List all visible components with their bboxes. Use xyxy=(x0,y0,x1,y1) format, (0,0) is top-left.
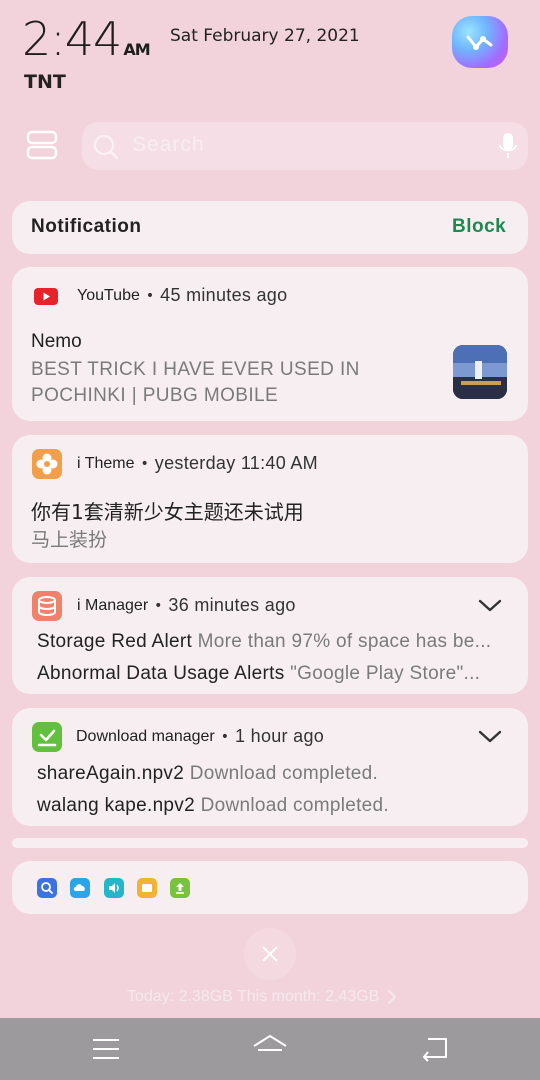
video-thumbnail[interactable] xyxy=(453,345,507,399)
item-title: Storage Red Alert xyxy=(37,631,193,652)
notification-sender: Nemo xyxy=(31,331,82,352)
notification-item: shareAgain.npv2 Download completed. xyxy=(37,763,507,785)
separator-dot: • xyxy=(140,455,149,472)
notification-time: yesterday 11:40 AM xyxy=(154,453,318,473)
item-title: walang kape.npv2 xyxy=(37,795,195,816)
cloud-app-icon xyxy=(70,878,90,898)
home-icon[interactable] xyxy=(252,1034,288,1066)
app-name: Download manager xyxy=(76,727,215,745)
chevron-down-icon[interactable] xyxy=(478,598,502,618)
notification-title: Notification xyxy=(31,216,142,237)
item-detail: "Google Play Store"... xyxy=(290,663,481,684)
notification-item: walang kape.npv2 Download completed. xyxy=(37,795,507,817)
app-name: i Theme xyxy=(77,454,135,472)
upload-app-icon xyxy=(170,878,190,898)
close-icon xyxy=(262,946,278,962)
item-title: Abnormal Data Usage Alerts xyxy=(37,663,285,684)
search-input[interactable]: Search xyxy=(132,133,205,157)
itheme-icon xyxy=(32,449,62,479)
separator-dot: • xyxy=(154,597,163,614)
sound-app-icon xyxy=(104,878,124,898)
download-manager-notification-header: Download manager • 1 hour ago xyxy=(76,726,324,747)
itheme-notification-header: i Theme • yesterday 11:40 AM xyxy=(77,453,318,474)
collapsed-notification-edge[interactable] xyxy=(12,838,528,848)
quick-settings-icon[interactable] xyxy=(26,130,58,160)
app-name: i Manager xyxy=(77,596,149,614)
carrier-label: TNT xyxy=(24,71,66,93)
notification-subtext: 马上装扮 xyxy=(31,529,108,551)
notes-app-icon xyxy=(137,878,157,898)
clock-ampm: AM xyxy=(123,40,150,59)
youtube-notification-header: YouTube • 45 minutes ago xyxy=(77,285,287,306)
menu-icon[interactable] xyxy=(92,1037,120,1065)
jovi-assistant-icon[interactable] xyxy=(452,16,508,68)
date-label: Sat February 27, 2021 xyxy=(170,26,360,46)
magnifier-app-icon xyxy=(37,878,57,898)
notification-time: 45 minutes ago xyxy=(160,285,288,305)
notification-item: Storage Red Alert More than 97% of space… xyxy=(37,631,507,653)
separator-dot: • xyxy=(145,287,155,304)
data-usage-text: Today: 2.38GB This month: 2.43GB xyxy=(127,988,380,1005)
youtube-icon xyxy=(34,288,58,305)
notification-body: BEST TRICK I HAVE EVER USED IN POCHINKI … xyxy=(31,359,360,406)
block-button[interactable]: Block xyxy=(452,216,506,238)
download-manager-icon xyxy=(32,722,62,752)
back-icon[interactable] xyxy=(420,1036,448,1066)
clock-time: 2:44 xyxy=(22,12,122,66)
notification-item: Abnormal Data Usage Alerts "Google Play … xyxy=(37,663,507,685)
separator-dot: • xyxy=(220,728,230,745)
chevron-down-icon[interactable] xyxy=(478,729,502,749)
item-detail: Download completed. xyxy=(189,763,379,784)
notification-time: 1 hour ago xyxy=(235,726,325,746)
imanager-notification-header: i Manager • 36 minutes ago xyxy=(77,595,296,616)
microphone-icon[interactable] xyxy=(498,132,518,164)
item-detail: Download completed. xyxy=(200,795,389,816)
clock: 2:44 AM xyxy=(22,12,151,66)
item-detail: More than 97% of space has be... xyxy=(197,631,492,652)
clear-all-button[interactable] xyxy=(244,928,296,980)
data-usage-summary[interactable]: Today: 2.38GB This month: 2.43GB xyxy=(127,988,399,1006)
imanager-icon xyxy=(32,591,62,621)
app-name: YouTube xyxy=(77,286,140,304)
search-icon xyxy=(92,133,120,165)
chevron-right-icon xyxy=(388,990,397,1004)
notification-time: 36 minutes ago xyxy=(168,595,296,615)
item-title: shareAgain.npv2 xyxy=(37,763,185,784)
notification-body: 你有1套清新少女主题还未试用 xyxy=(31,500,304,524)
